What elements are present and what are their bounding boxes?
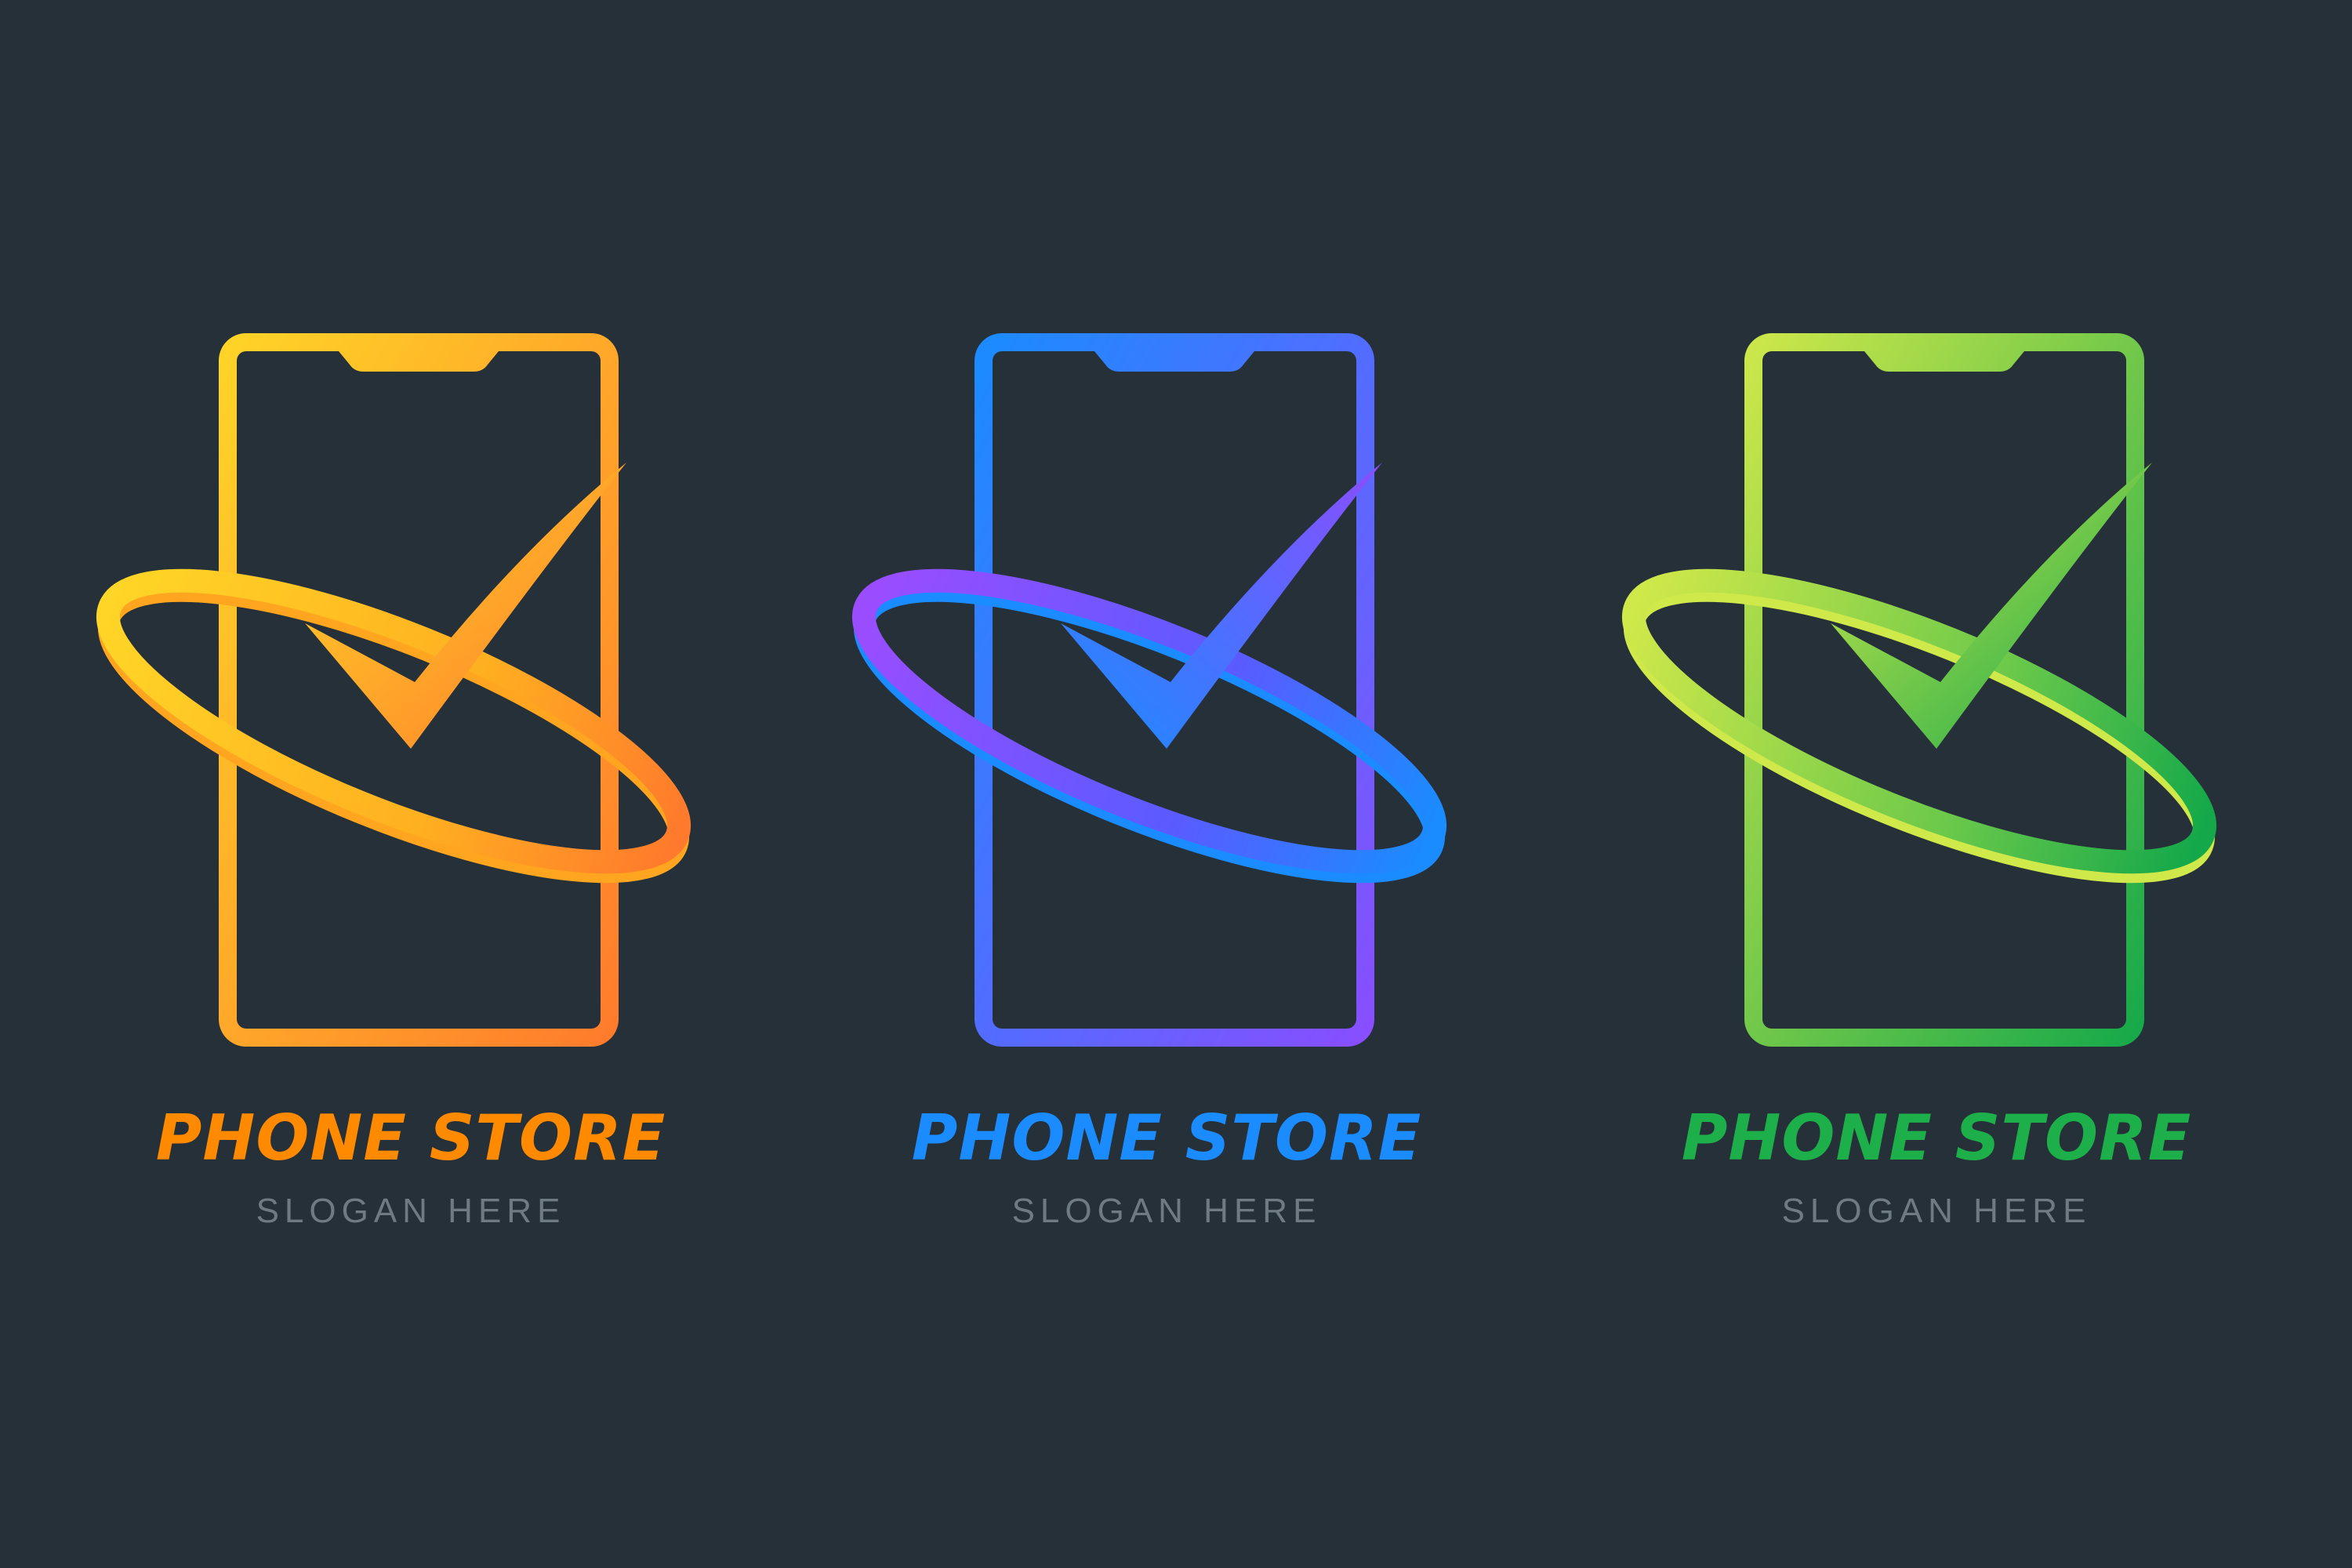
logo-orange: PHONE STORE SLOGAN HERE (19, 298, 803, 1317)
logo-blue: PHONE STORE SLOGAN HERE (775, 298, 1559, 1317)
slogan: SLOGAN HERE (1011, 1192, 1322, 1230)
slogan: SLOGAN HERE (256, 1192, 566, 1230)
logo-green: PHONE STORE SLOGAN HERE (1544, 298, 2328, 1317)
phone-store-mark (851, 333, 1447, 1047)
phone-store-mark (1621, 333, 2217, 1047)
slogan: SLOGAN HERE (1781, 1192, 2092, 1230)
brand-name: PHONE STORE (1681, 1102, 2192, 1174)
brand-name: PHONE STORE (155, 1102, 666, 1174)
phone-store-mark (96, 333, 691, 1047)
brand-name: PHONE STORE (911, 1102, 1422, 1174)
